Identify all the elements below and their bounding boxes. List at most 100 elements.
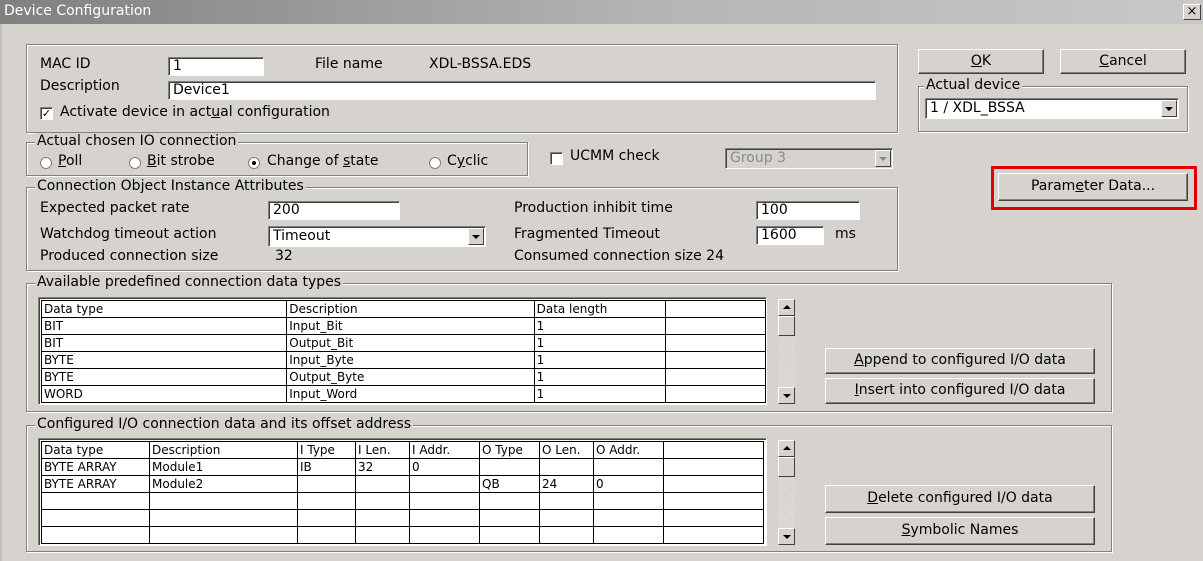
scroll-thumb[interactable]	[778, 316, 795, 336]
bit-strobe-radio[interactable]	[129, 157, 141, 169]
column-header[interactable]: I Addr.	[409, 441, 480, 459]
activate-checkbox[interactable]: ✓	[40, 107, 53, 120]
delete-configured-button[interactable]: Delete configured I/O data	[825, 485, 1095, 513]
cell: 32	[355, 458, 410, 476]
description-input[interactable]: Device1	[168, 81, 876, 100]
cell	[539, 526, 594, 544]
ucmm-label[interactable]: UCMM check	[570, 148, 660, 164]
cell	[593, 509, 664, 527]
cell	[479, 526, 540, 544]
insert-button[interactable]: Insert into configured I/O data	[825, 378, 1095, 404]
available-types-legend: Available predefined connection data typ…	[35, 274, 344, 290]
cyclic-label[interactable]: Cyclic	[447, 153, 488, 169]
cancel-button[interactable]: Cancel	[1060, 49, 1186, 74]
table-row[interactable]	[41, 526, 764, 544]
cell	[149, 526, 298, 544]
cell: Input_Word	[286, 385, 535, 403]
column-header[interactable]: Data type	[41, 441, 150, 459]
column-header[interactable]: I Len.	[355, 441, 410, 459]
close-icon[interactable]: ×	[1183, 4, 1201, 20]
available-types-group: Available predefined connection data typ…	[26, 274, 1112, 412]
configured-scrollbar[interactable]	[778, 440, 795, 545]
parameter-data-button[interactable]: Parameter Data...	[998, 173, 1188, 201]
cell: IB	[297, 458, 356, 476]
table-header: Data type Description Data length	[40, 300, 766, 318]
append-button[interactable]: Append to configured I/O data	[825, 348, 1095, 374]
fragmented-input[interactable]: 1600	[756, 226, 824, 245]
table-row[interactable]: BYTE ARRAY Module1 IB 32 0	[41, 458, 764, 476]
production-inhibit-input[interactable]: 100	[756, 201, 860, 220]
symbolic-names-button[interactable]: Symbolic Names	[825, 517, 1095, 545]
table-row[interactable]	[41, 492, 764, 510]
column-header[interactable]: O Addr.	[593, 441, 664, 459]
chevron-down-icon[interactable]	[468, 228, 484, 245]
scroll-down-icon[interactable]	[778, 387, 795, 404]
available-types-table[interactable]: Data type Description Data length BIT Input…	[38, 297, 767, 405]
cell	[479, 458, 540, 476]
cell	[665, 385, 766, 403]
cell	[355, 526, 410, 544]
change-of-state-radio[interactable]	[248, 157, 260, 169]
chevron-down-icon[interactable]	[1161, 100, 1177, 117]
ucmm-checkbox[interactable]	[550, 152, 563, 165]
cell: 24	[539, 475, 594, 493]
ok-button[interactable]: OK	[918, 49, 1044, 74]
consumed-size-value: 24	[706, 248, 724, 264]
cell	[297, 492, 356, 510]
cell: Output_Byte	[286, 368, 535, 386]
column-header[interactable]: O Len.	[539, 441, 594, 459]
column-header[interactable]: O Type	[479, 441, 540, 459]
window-title: Device Configuration	[4, 3, 152, 19]
column-header[interactable]: Description	[149, 441, 298, 459]
io-connection-group: Actual chosen IO connection Poll Bit str…	[26, 133, 528, 176]
watchdog-dropdown[interactable]: Timeout	[268, 226, 486, 247]
scroll-down-icon[interactable]	[778, 528, 795, 545]
fragmented-label: Fragmented Timeout	[514, 226, 661, 242]
column-header[interactable]: Data type	[40, 300, 288, 318]
cell: Module2	[149, 475, 298, 493]
column-header[interactable]: I Type	[297, 441, 356, 459]
available-scrollbar[interactable]	[778, 299, 795, 404]
cell: BYTE	[40, 351, 288, 369]
mac-id-input[interactable]: 1	[168, 57, 264, 76]
cell: QB	[479, 475, 540, 493]
cell	[297, 509, 356, 527]
cell	[539, 509, 594, 527]
activate-label[interactable]: Activate device in actual configuration	[60, 104, 330, 120]
scroll-up-icon[interactable]	[778, 299, 795, 316]
cell: Output_Bit	[286, 334, 535, 352]
cyclic-radio[interactable]	[429, 157, 441, 169]
configured-io-table[interactable]: Data type Description I Type I Len. I Addr. O…	[38, 438, 767, 546]
production-inhibit-label: Production inhibit time	[514, 200, 673, 216]
column-header[interactable]: Data length	[533, 300, 667, 318]
table-row[interactable]: BYTE ARRAY Module2 QB 24 0	[41, 475, 764, 493]
scroll-up-icon[interactable]	[778, 440, 795, 457]
fragmented-unit: ms	[835, 226, 856, 242]
title-bar[interactable]: Device Configuration ×	[0, 0, 1203, 24]
table-row[interactable]: BYTE Output_Byte 1	[40, 368, 766, 386]
table-row[interactable]: BYTE Input_Byte 1	[40, 351, 766, 369]
table-row[interactable]: BIT Output_Bit 1	[40, 334, 766, 352]
column-header[interactable]: Description	[286, 300, 535, 318]
file-name-label: File name	[315, 56, 383, 72]
cell: 1	[533, 334, 667, 352]
chevron-down-icon	[875, 150, 891, 167]
file-name-value: XDL-BSSA.EDS	[429, 56, 532, 72]
table-row[interactable]: WORD Input_Word 1	[40, 385, 766, 403]
configured-io-group: Configured I/O connection data and its o…	[26, 416, 1112, 552]
scroll-thumb[interactable]	[778, 457, 795, 477]
bit-strobe-label[interactable]: Bit strobe	[147, 153, 215, 169]
change-of-state-label[interactable]: Change of state	[267, 153, 378, 169]
table-row[interactable]: BIT Input_Bit 1	[40, 317, 766, 335]
actual-device-dropdown[interactable]: 1 / XDL_BSSA	[925, 98, 1179, 119]
expected-packet-rate-input[interactable]: 200	[268, 201, 400, 220]
cell	[41, 492, 150, 510]
cell	[355, 509, 410, 527]
attributes-group: Connection Object Instance Attributes Ex…	[26, 178, 898, 271]
poll-label[interactable]: Poll	[58, 153, 82, 169]
cell	[663, 458, 764, 476]
poll-radio[interactable]	[40, 157, 52, 169]
mac-id-label: MAC ID	[40, 56, 91, 72]
cell	[539, 492, 594, 510]
table-row[interactable]	[41, 509, 764, 527]
